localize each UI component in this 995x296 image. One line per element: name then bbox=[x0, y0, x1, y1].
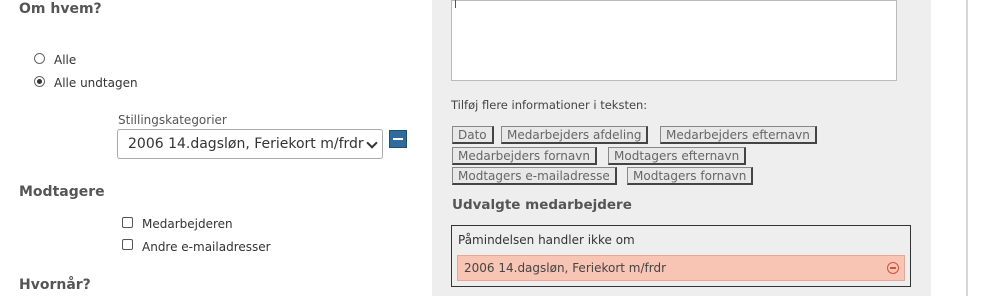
category-select-value: 2006 14.dagsløn, Feriekort m/frdr bbox=[128, 136, 364, 152]
chevron-down-icon bbox=[366, 137, 378, 149]
token-employee-firstname[interactable]: Medarbejders fornavn bbox=[452, 147, 597, 165]
token-employee-lastname[interactable]: Medarbejders efternavn bbox=[660, 126, 817, 144]
radio-all-except[interactable] bbox=[34, 76, 45, 87]
text-caret bbox=[455, 0, 456, 8]
category-select[interactable]: 2006 14.dagsløn, Feriekort m/frdr bbox=[117, 129, 383, 159]
excluded-box: Påmindelsen handler ikke om 2006 14.dags… bbox=[451, 225, 911, 287]
excluded-box-label: Påmindelsen handler ikke om bbox=[458, 233, 635, 247]
token-recipient-lastname[interactable]: Modtagers efternavn bbox=[608, 147, 747, 165]
checkbox-employee[interactable] bbox=[122, 217, 133, 228]
remove-circle-icon[interactable] bbox=[887, 262, 899, 274]
checkbox-employee-label[interactable]: Medarbejderen bbox=[142, 217, 233, 231]
message-textarea[interactable] bbox=[451, 0, 897, 81]
token-dato[interactable]: Dato bbox=[452, 126, 494, 144]
insert-info-label: Tilføj flere informationer i teksten: bbox=[451, 98, 648, 112]
category-label: Stillingskategorier bbox=[118, 113, 227, 127]
remove-category-button[interactable] bbox=[389, 130, 407, 148]
selected-employees-heading: Udvalgte medarbejdere bbox=[452, 197, 632, 213]
token-recipient-email[interactable]: Modtagers e-mailadresse bbox=[452, 167, 617, 185]
radio-all[interactable] bbox=[34, 53, 45, 64]
token-recipient-firstname[interactable]: Modtagers fornavn bbox=[627, 167, 754, 185]
who-heading: Om hvem? bbox=[19, 1, 102, 17]
checkbox-other-emails[interactable] bbox=[122, 239, 133, 250]
excluded-item-label: 2006 14.dagsløn, Feriekort m/frdr bbox=[464, 261, 667, 275]
radio-all-label[interactable]: Alle bbox=[54, 53, 76, 67]
when-heading: Hvornår? bbox=[19, 277, 91, 293]
radio-all-except-label[interactable]: Alle undtagen bbox=[54, 76, 138, 90]
scrollbar-track[interactable] bbox=[966, 0, 968, 296]
excluded-item: 2006 14.dagsløn, Feriekort m/frdr bbox=[457, 255, 905, 281]
checkbox-other-emails-label[interactable]: Andre e-mailadresser bbox=[142, 240, 271, 254]
token-employee-department[interactable]: Medarbejders afdeling bbox=[501, 126, 649, 144]
recipients-heading: Modtagere bbox=[19, 184, 105, 200]
